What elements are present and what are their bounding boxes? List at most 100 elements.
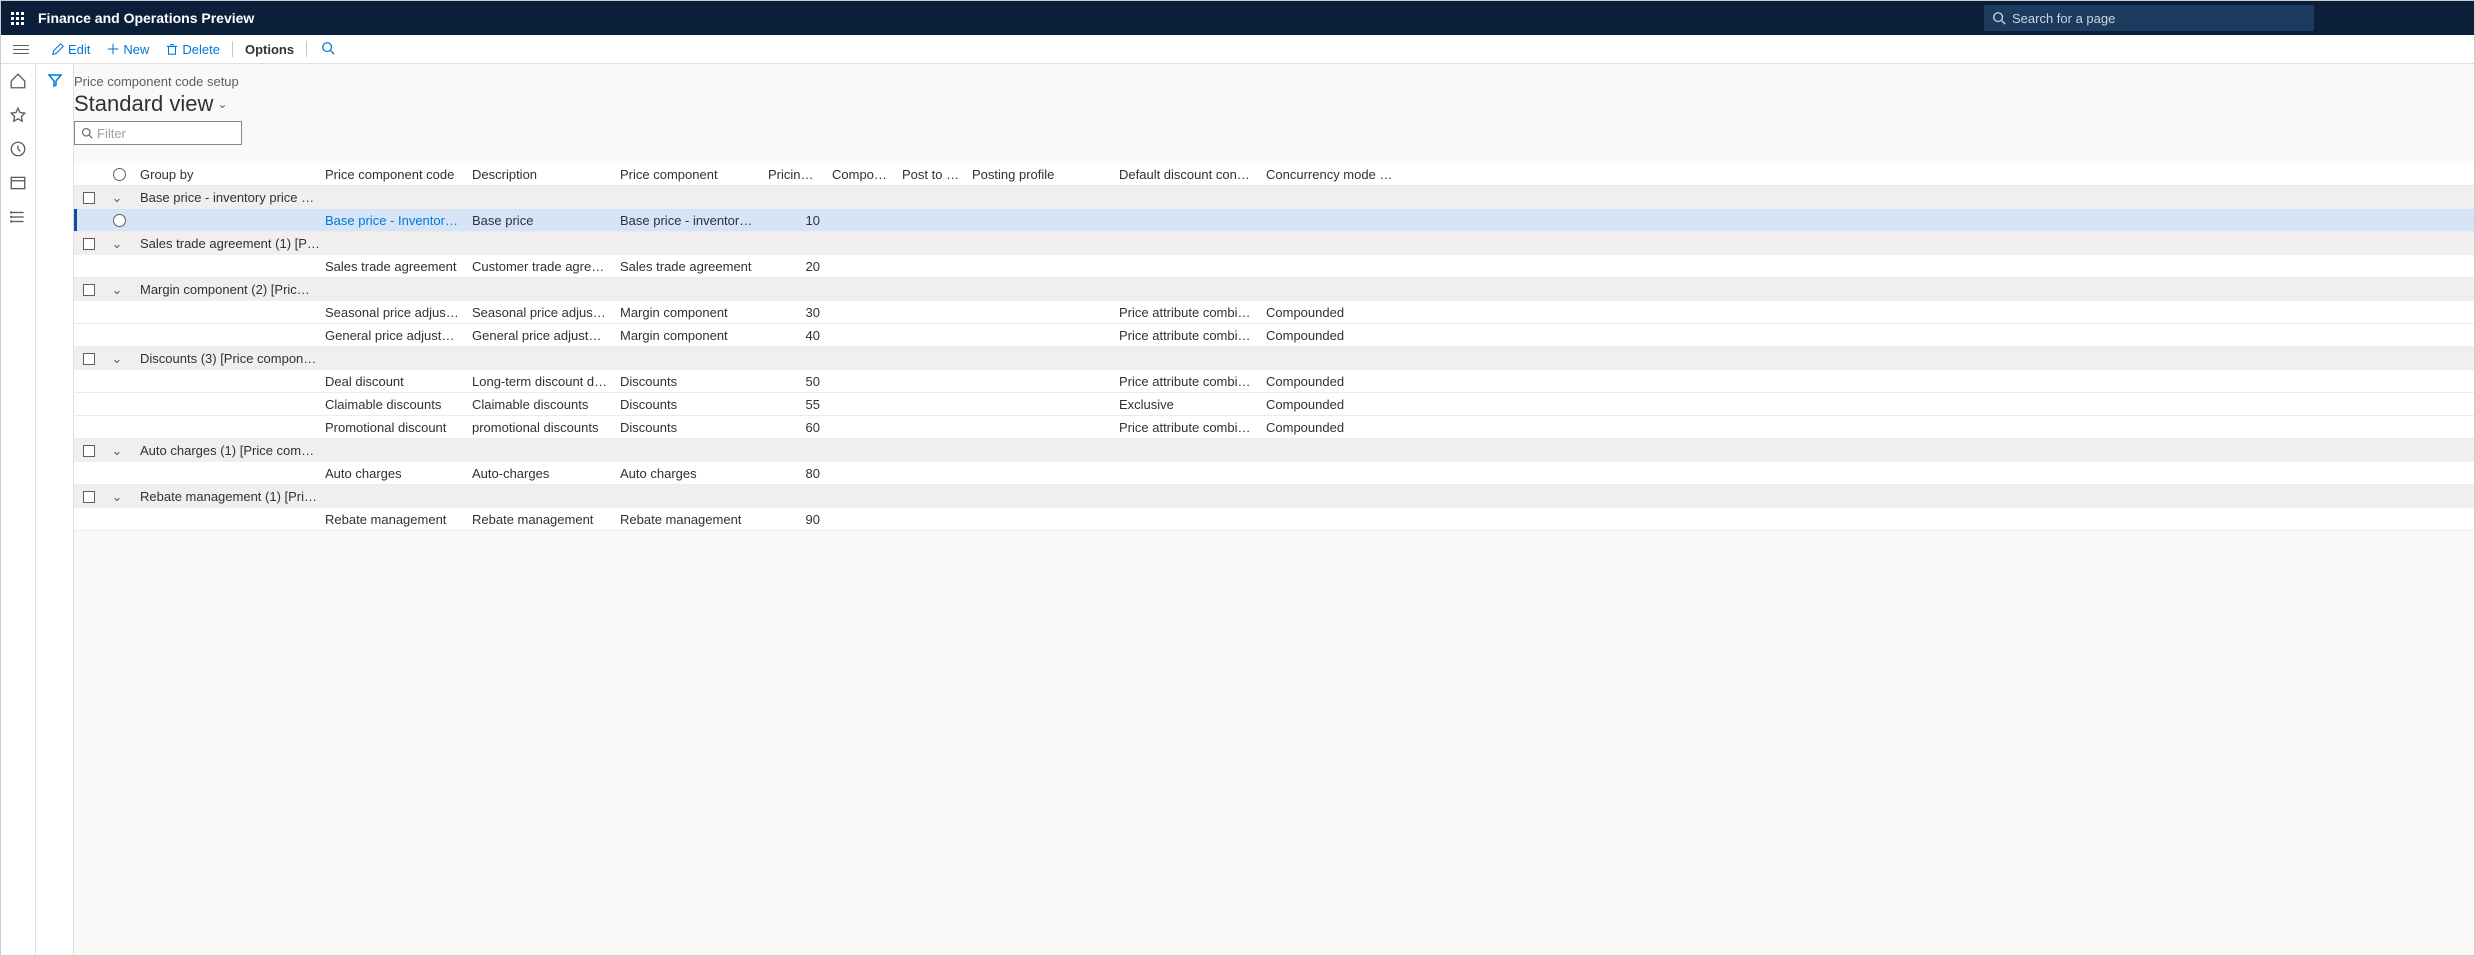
group-label: Discounts (3) [Price compon… (134, 351, 2474, 366)
cell-description: Customer trade agreeme… (466, 259, 614, 274)
cell-description: promotional discounts (466, 420, 614, 435)
table-row[interactable]: Base price - Inventory priceBase priceBa… (74, 209, 2474, 232)
cell-sequence: 20 (762, 259, 826, 274)
col-concurrency[interactable]: Default discount concurren… (1113, 167, 1260, 182)
divider (232, 41, 233, 57)
cell-sequence: 40 (762, 328, 826, 343)
cell-code[interactable]: Base price - Inventory price (319, 213, 466, 228)
col-group-by[interactable]: Group by (134, 167, 319, 182)
table-row[interactable]: Promotional discountpromotional discount… (74, 416, 2474, 439)
select-all-radio[interactable] (113, 168, 126, 181)
cell-component: Rebate management (614, 512, 762, 527)
group-checkbox[interactable] (83, 353, 95, 365)
grid-filter[interactable] (74, 121, 242, 145)
cell-concurrency: Price attribute combinatio… (1113, 374, 1260, 389)
grid-filter-input[interactable] (97, 126, 235, 141)
group-checkbox[interactable] (83, 284, 95, 296)
cell-description: Base price (466, 213, 614, 228)
options-button[interactable]: Options (237, 40, 302, 59)
group-label: Base price - inventory price … (134, 190, 2474, 205)
cell-description: General price adjustment (466, 328, 614, 343)
delete-button[interactable]: Delete (157, 40, 228, 59)
chevron-down-icon[interactable]: ⌄ (111, 443, 123, 459)
table-row[interactable]: Deal discountLong-term discount dealDisc… (74, 370, 2474, 393)
group-checkbox[interactable] (83, 238, 95, 250)
group-row[interactable]: ⌄ Sales trade agreement (1) [P… (74, 232, 2474, 255)
chevron-down-icon[interactable]: ⌄ (111, 351, 123, 367)
cell-component: Base price - inventory price (614, 213, 762, 228)
cell-mode: Compounded (1260, 420, 1407, 435)
cell-sequence: 50 (762, 374, 826, 389)
plus-icon (106, 42, 120, 56)
delete-label: Delete (182, 42, 220, 57)
group-row[interactable]: ⌄Auto charges (1) [Price com… (74, 439, 2474, 462)
col-compound[interactable]: Compound (826, 167, 896, 182)
cell-code: Promotional discount (319, 420, 466, 435)
nav-toggle-icon[interactable] (11, 45, 31, 54)
recent-icon[interactable] (9, 140, 27, 158)
group-checkbox[interactable] (83, 445, 95, 457)
table-row[interactable]: Claimable discountsClaimable discountsDi… (74, 393, 2474, 416)
cell-sequence: 90 (762, 512, 826, 527)
chevron-down-icon[interactable]: ⌄ (111, 489, 123, 505)
table-row[interactable]: Seasonal price adjustmentSeasonal price … (74, 301, 2474, 324)
cell-description: Long-term discount deal (466, 374, 614, 389)
new-button[interactable]: New (98, 40, 157, 59)
cell-component: Margin component (614, 328, 762, 343)
cell-concurrency: Price attribute combinatio… (1113, 328, 1260, 343)
chevron-down-icon[interactable]: ⌄ (111, 236, 123, 252)
cell-code: Rebate management (319, 512, 466, 527)
table-row[interactable]: Sales trade agreementCustomer trade agre… (74, 255, 2474, 278)
table-row[interactable]: Rebate managementRebate managementRebate… (74, 508, 2474, 531)
table-row[interactable]: General price adjustmentGeneral price ad… (74, 324, 2474, 347)
col-component[interactable]: Price component (614, 167, 762, 182)
chevron-down-icon[interactable]: ⌄ (111, 282, 123, 298)
group-checkbox[interactable] (83, 192, 95, 204)
cell-code: Claimable discounts (319, 397, 466, 412)
group-row[interactable]: ⌄Rebate management (1) [Pri… (74, 485, 2474, 508)
star-icon[interactable] (9, 106, 27, 124)
col-mode[interactable]: Concurrency mode … (1260, 167, 1407, 182)
action-search-button[interactable] (311, 39, 345, 60)
breadcrumb: Price component code setup (74, 74, 239, 89)
cell-code: General price adjustment (319, 328, 466, 343)
cell-code: Deal discount (319, 374, 466, 389)
waffle-icon[interactable] (11, 12, 24, 25)
search-icon (81, 127, 93, 139)
pencil-icon (51, 42, 65, 56)
group-row[interactable]: ⌄ Base price - inventory price … (74, 186, 2474, 209)
cell-description: Auto-charges (466, 466, 614, 481)
group-row[interactable]: ⌄ Margin component (2) [Pric… (74, 278, 2474, 301)
cell-sequence: 60 (762, 420, 826, 435)
cell-sequence: 30 (762, 305, 826, 320)
cell-concurrency: Price attribute combinatio… (1113, 420, 1260, 435)
cell-concurrency: Price attribute combinatio… (1113, 305, 1260, 320)
row-radio[interactable] (113, 214, 126, 227)
filter-pane-icon[interactable] (47, 72, 63, 88)
trash-icon (165, 42, 179, 56)
global-search[interactable] (1984, 5, 2314, 31)
col-post-to[interactable]: Post to Pri… (896, 167, 966, 182)
col-sequence[interactable]: Pricing seq… (762, 167, 826, 182)
group-row[interactable]: ⌄ Discounts (3) [Price compon… (74, 347, 2474, 370)
home-icon[interactable] (9, 72, 27, 90)
group-label: Sales trade agreement (1) [P… (134, 236, 2474, 251)
chevron-down-icon[interactable]: ⌄ (111, 190, 123, 206)
edit-button[interactable]: Edit (43, 40, 98, 59)
view-selector[interactable]: Standard view ⌄ (74, 91, 2474, 117)
new-label: New (123, 42, 149, 57)
workspace-icon[interactable] (9, 174, 27, 192)
group-label: Margin component (2) [Pric… (134, 282, 2474, 297)
table-row[interactable]: Auto chargesAuto-chargesAuto charges80 (74, 462, 2474, 485)
cell-code: Sales trade agreement (319, 259, 466, 274)
cell-code: Auto charges (319, 466, 466, 481)
col-profile[interactable]: Posting profile (966, 167, 1113, 182)
group-checkbox[interactable] (83, 491, 95, 503)
modules-icon[interactable] (9, 208, 27, 226)
cell-description: Seasonal price adjustment (466, 305, 614, 320)
global-search-input[interactable] (2012, 11, 2306, 26)
col-code[interactable]: Price component code (319, 167, 466, 182)
col-description[interactable]: Description (466, 167, 614, 182)
cell-description: Rebate management (466, 512, 614, 527)
chevron-down-icon: ⌄ (217, 97, 227, 111)
